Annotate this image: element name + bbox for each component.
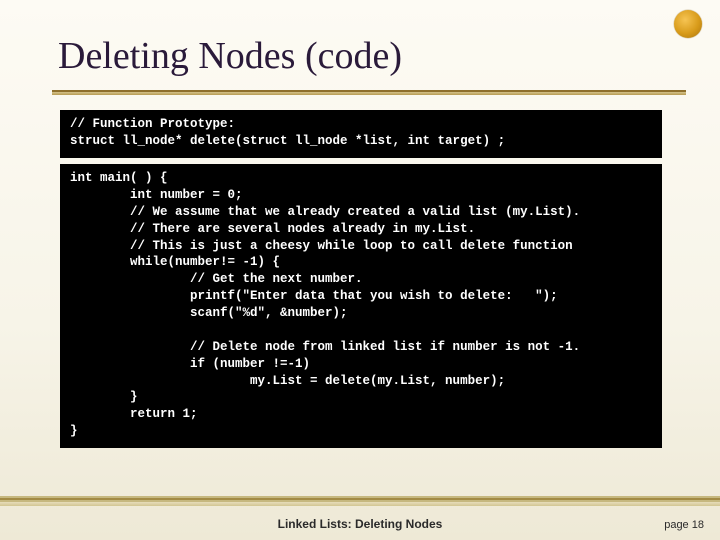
page-number: 18 (692, 519, 704, 531)
page-label: page (664, 519, 688, 531)
footer-page: page 18 (664, 519, 704, 531)
slide-title: Deleting Nodes (code) (58, 34, 402, 78)
code-block-prototype: // Function Prototype: struct ll_node* d… (60, 110, 662, 158)
code-block-main: int main( ) { int number = 0; // We assu… (60, 164, 662, 448)
title-underline (52, 90, 686, 95)
logo-icon (674, 10, 702, 38)
footer-title: Linked Lists: Deleting Nodes (0, 517, 720, 531)
slide: Deleting Nodes (code) // Function Protot… (0, 0, 720, 540)
footer-divider (0, 496, 720, 506)
